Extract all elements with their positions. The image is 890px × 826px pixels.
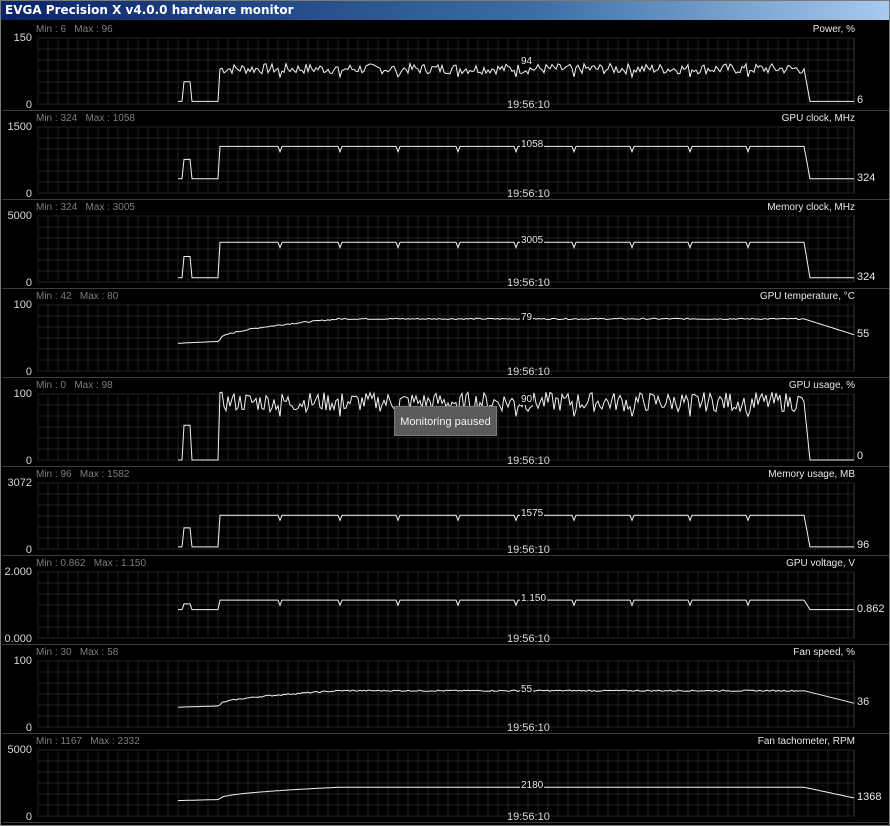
graph-title: Fan tachometer, RPM [757,736,855,747]
end-value-label: 36 [857,696,870,708]
current-value-label: 94 [520,56,534,67]
current-value-label: 3005 [520,235,545,246]
y-max-tick: 5000 [7,744,32,756]
y-max-tick: 100 [13,299,32,311]
graph-panel: Min : 0.862 Max : 1.150 GPU voltage, V 2.0… [2,556,889,645]
graph-title: Memory clock, MHz [767,202,855,213]
current-value-label: 79 [520,312,534,323]
y-max-tick: 100 [13,388,32,400]
current-value-label: 90 [520,394,534,405]
min-max-label: Min : 324 Max : 1058 [36,113,135,124]
end-value-label: 0 [857,450,864,462]
current-value-label: 2180 [520,780,545,791]
min-max-label: Min : 0.862 Max : 1.150 [36,558,147,569]
graph-panel: Min : 42 Max : 80 GPU temperature, °C 100 0… [2,289,889,378]
graph-plot [37,215,855,283]
graph-panel: Min : 1167 Max : 2332 Fan tachometer, RPM… [2,734,889,823]
graph-panel: Min : 324 Max : 3005 Memory clock, MHz 500… [2,200,889,289]
graph-plot [37,660,855,728]
graph-plot [37,126,855,194]
end-value-label: 55 [857,328,870,340]
min-max-label: Min : 42 Max : 80 [36,291,119,302]
min-max-label: Min : 324 Max : 3005 [36,202,135,213]
graph-title: GPU temperature, °C [759,291,855,302]
y-max-tick: 150 [13,32,32,44]
graph-panel: Min : 30 Max : 58 Fan speed, % 100 0 19:56:1… [2,645,889,734]
end-value-label: 0.862 [857,603,885,615]
graph-panel: Min : 324 Max : 1058 GPU clock, MHz 1500 0 1… [2,111,889,200]
min-max-label: Min : 6 Max : 96 [36,24,113,35]
graph-plot [37,304,855,372]
current-value-label: 1.150 [520,593,548,604]
min-max-label: Min : 1167 Max : 2332 [36,736,140,747]
y-max-tick: 2.000 [4,566,32,578]
window-title-bar[interactable]: EVGA Precision X v4.0.0 hardware monitor [1,1,889,20]
graph-title: Power, % [812,24,855,35]
end-value-label: 1368 [857,791,882,803]
end-value-label: 324 [857,271,876,283]
min-max-label: Min : 0 Max : 98 [36,380,113,391]
min-max-label: Min : 30 Max : 58 [36,647,119,658]
current-value-label: 1058 [520,139,545,150]
graph-panel: Min : 6 Max : 96 Power, % 150 0 19:56:10 94 6 [2,22,889,111]
graph-title: Fan speed, % [793,647,855,658]
graph-title: GPU voltage, V [786,558,855,569]
graph-title: Memory usage, MB [768,469,855,480]
end-value-label: 96 [857,539,870,551]
y-max-tick: 3072 [7,477,32,489]
end-value-label: 6 [857,94,864,106]
graph-title: GPU clock, MHz [781,113,855,124]
graph-plot [37,482,855,550]
min-max-label: Min : 96 Max : 1582 [36,469,130,480]
graph-title: GPU usage, % [788,380,855,391]
current-value-label: 55 [520,684,534,695]
current-value-label: 1575 [520,508,545,519]
graph-plot [37,37,855,105]
y-max-tick: 100 [13,655,32,667]
y-max-tick: 5000 [7,210,32,222]
graph-panel: Min : 96 Max : 1582 Memory usage, MB 3072 0… [2,467,889,556]
graph-plot [37,749,855,817]
graph-plot [37,571,855,639]
hardware-monitor-window: EVGA Precision X v4.0.0 hardware monitor… [0,0,890,826]
y-max-tick: 1500 [7,121,32,133]
panel-separator [2,822,889,823]
monitoring-paused-tooltip: Monitoring paused [394,406,497,436]
end-value-label: 324 [857,172,876,184]
